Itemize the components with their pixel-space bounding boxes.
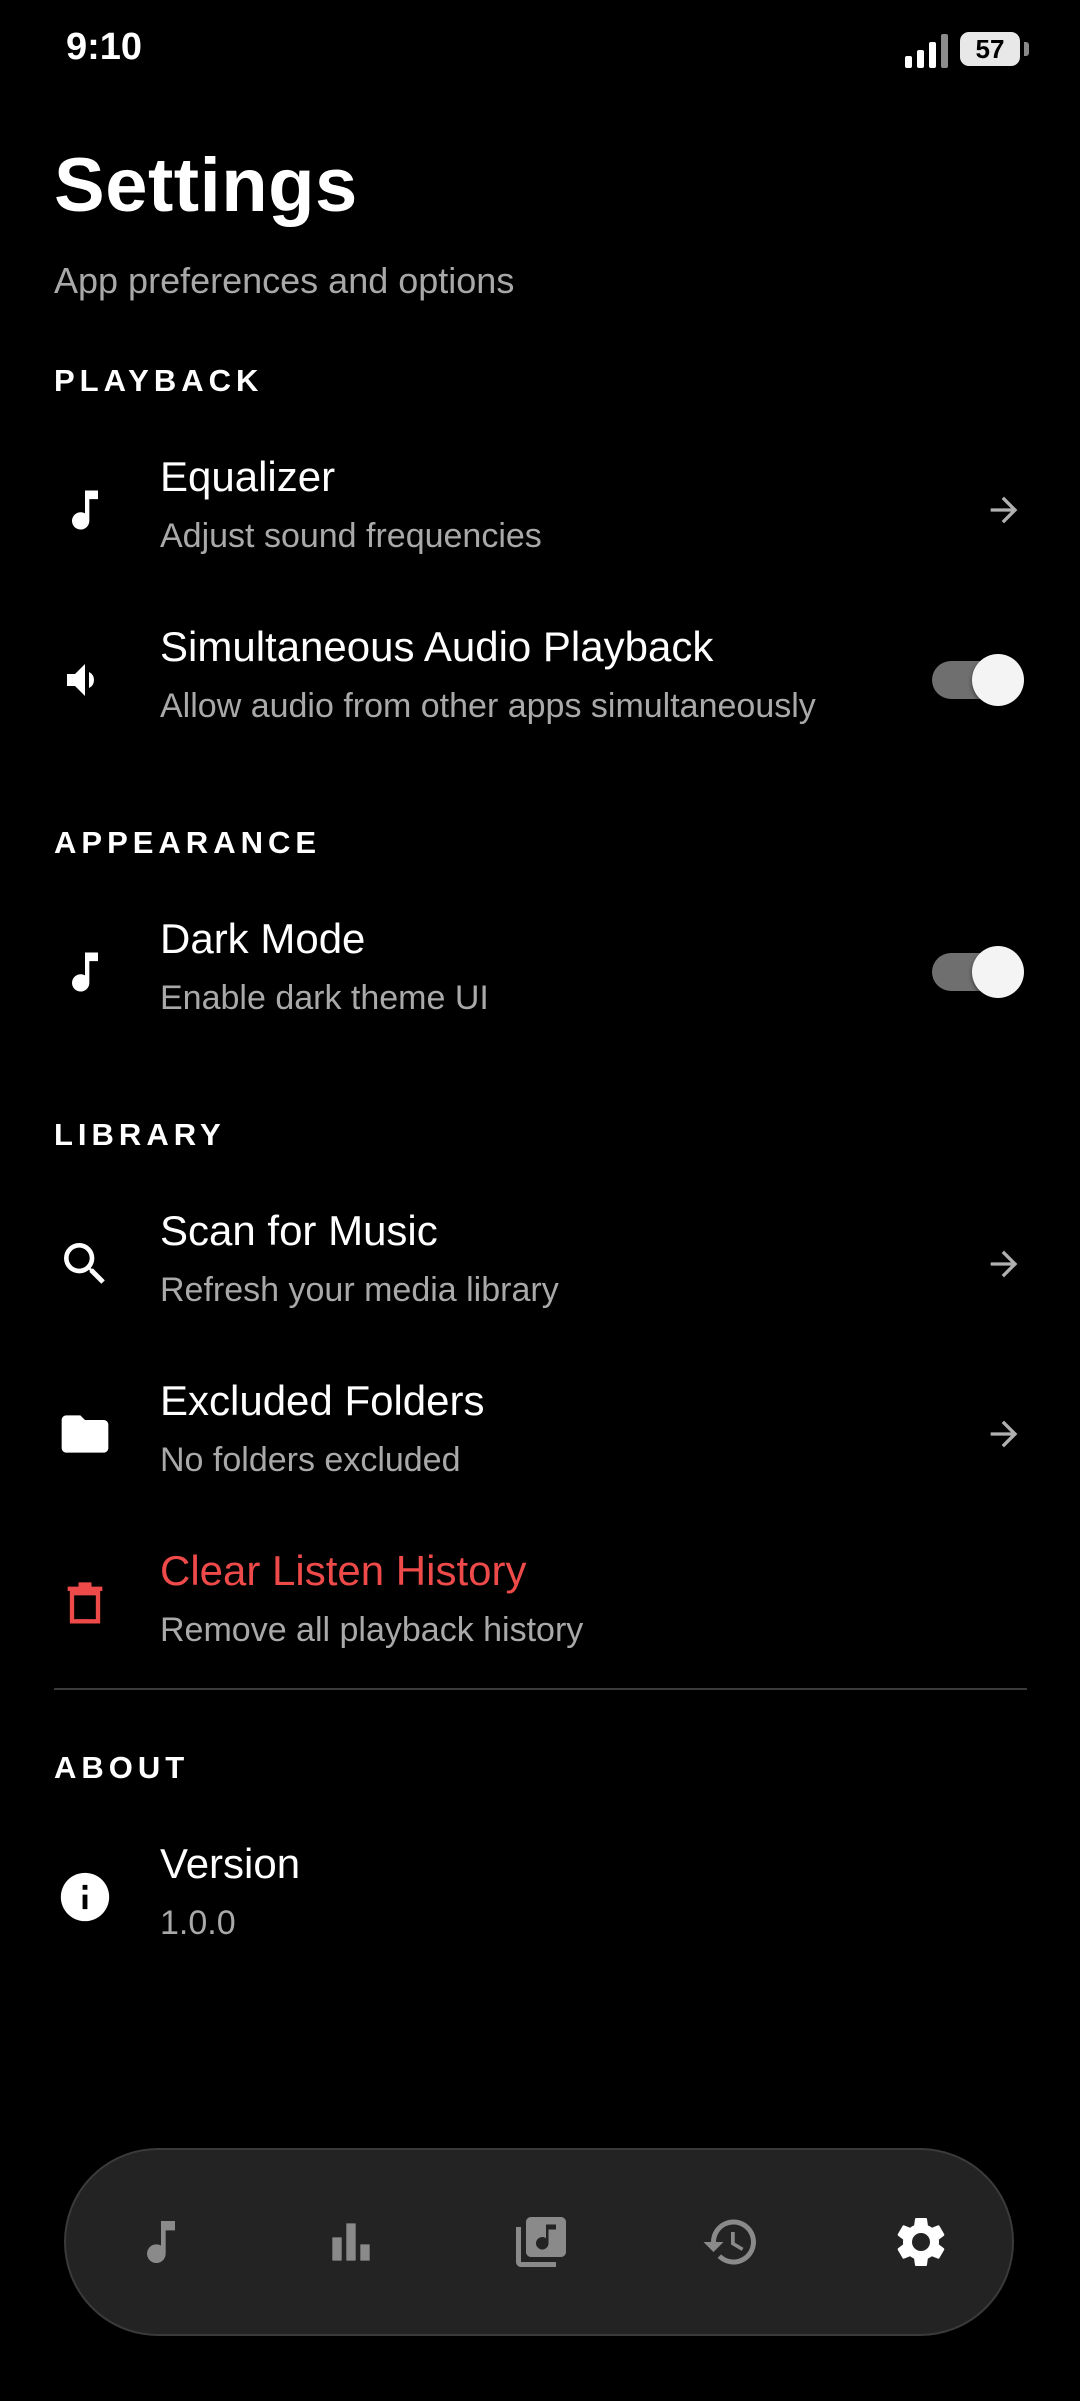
music-note-icon bbox=[147, 2221, 175, 2264]
dark-mode-toggle[interactable] bbox=[932, 946, 1024, 998]
equalizer-title: Equalizer bbox=[160, 453, 336, 500]
bar-chart-icon bbox=[332, 2223, 370, 2261]
volume-icon bbox=[50, 645, 120, 715]
status-bar: 9:10 57 bbox=[0, 0, 1080, 100]
status-time: 9:10 bbox=[66, 26, 143, 68]
clear-history-title: Clear Listen History bbox=[160, 1547, 527, 1594]
simultaneous-audio-toggle[interactable] bbox=[932, 654, 1024, 706]
excluded-folders-row[interactable]: Excluded Folders No folders excluded bbox=[0, 1349, 1080, 1519]
simultaneous-audio-subtitle: Allow audio from other apps simultaneous… bbox=[160, 687, 816, 725]
arrow-right-icon bbox=[990, 1250, 1018, 1278]
dark-mode-title: Dark Mode bbox=[160, 915, 366, 962]
gear-icon bbox=[897, 2218, 945, 2266]
folder-icon bbox=[50, 1399, 120, 1469]
page-title: Settings bbox=[54, 143, 358, 228]
nav-music-tab[interactable] bbox=[121, 2202, 201, 2282]
version-value: 1.0.0 bbox=[160, 1904, 236, 1942]
equalizer-row[interactable]: Equalizer Adjust sound frequencies bbox=[0, 425, 1080, 595]
music-note-icon bbox=[50, 475, 120, 545]
scan-music-subtitle: Refresh your media library bbox=[160, 1271, 559, 1309]
battery-icon: 57 bbox=[960, 32, 1029, 66]
simultaneous-audio-row[interactable]: Simultaneous Audio Playback Allow audio … bbox=[0, 595, 1080, 765]
signal-icon bbox=[905, 30, 948, 68]
excluded-folders-subtitle: No folders excluded bbox=[160, 1441, 461, 1479]
music-note-icon bbox=[50, 937, 120, 1007]
history-icon bbox=[703, 2219, 756, 2265]
nav-history-tab[interactable] bbox=[691, 2202, 771, 2282]
simultaneous-audio-title: Simultaneous Audio Playback bbox=[160, 623, 714, 670]
section-header-playback: PLAYBACK bbox=[54, 363, 264, 398]
section-header-library: LIBRARY bbox=[54, 1117, 226, 1152]
toggle-thumb bbox=[972, 654, 1024, 706]
dark-mode-row[interactable]: Dark Mode Enable dark theme UI bbox=[0, 887, 1080, 1057]
battery-level: 57 bbox=[975, 33, 1005, 64]
page-subtitle: App preferences and options bbox=[54, 260, 515, 301]
status-indicators: 57 bbox=[905, 30, 1029, 68]
excluded-folders-title: Excluded Folders bbox=[160, 1377, 485, 1424]
section-header-about: ABOUT bbox=[54, 1750, 190, 1785]
section-header-appearance: APPEARANCE bbox=[54, 825, 322, 860]
scan-music-row[interactable]: Scan for Music Refresh your media librar… bbox=[0, 1179, 1080, 1349]
arrow-right-icon bbox=[990, 1420, 1018, 1448]
trash-icon bbox=[50, 1569, 120, 1639]
section-divider bbox=[54, 1688, 1027, 1690]
search-icon bbox=[50, 1229, 120, 1299]
toggle-thumb bbox=[972, 946, 1024, 998]
dark-mode-subtitle: Enable dark theme UI bbox=[160, 979, 489, 1017]
nav-library-tab[interactable] bbox=[501, 2202, 581, 2282]
clear-history-row[interactable]: Clear Listen History Remove all playback… bbox=[0, 1519, 1080, 1689]
arrow-right-icon bbox=[990, 496, 1018, 524]
info-icon bbox=[50, 1862, 120, 1932]
version-title: Version bbox=[160, 1840, 301, 1887]
equalizer-subtitle: Adjust sound frequencies bbox=[160, 517, 542, 555]
library-music-icon bbox=[516, 2217, 566, 2267]
nav-settings-tab[interactable] bbox=[881, 2202, 961, 2282]
clear-history-subtitle: Remove all playback history bbox=[160, 1611, 584, 1649]
version-row: Version 1.0.0 bbox=[0, 1812, 1080, 1982]
bottom-nav bbox=[64, 2148, 1014, 2336]
scan-music-title: Scan for Music bbox=[160, 1207, 438, 1254]
nav-stats-tab[interactable] bbox=[311, 2202, 391, 2282]
